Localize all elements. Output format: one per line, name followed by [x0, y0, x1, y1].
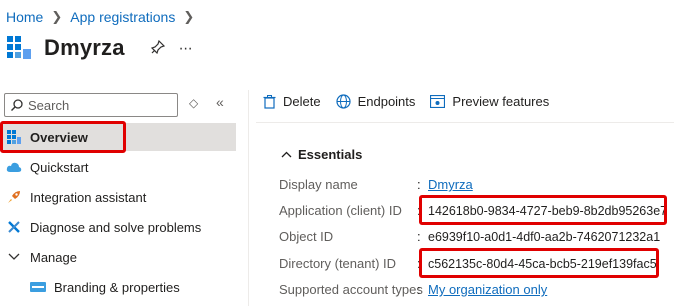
chevron-right-icon: ❯: [183, 9, 195, 24]
trash-icon: [263, 94, 276, 109]
sidebar-item-label: Manage: [30, 249, 77, 265]
sidebar-item-branding[interactable]: Branding & properties: [0, 273, 236, 301]
separator-colon: :: [417, 229, 421, 244]
sidebar-item-diagnose[interactable]: Diagnose and solve problems: [0, 213, 236, 241]
separator-colon: :: [417, 177, 421, 192]
preview-features-label: Preview features: [452, 94, 550, 109]
breadcrumb-app-registrations[interactable]: App registrations: [70, 9, 175, 25]
essentials-heading: Essentials: [298, 147, 363, 162]
chevron-down-icon: [6, 249, 22, 265]
overview-highlight: [0, 121, 126, 153]
sidebar-item-quickstart[interactable]: Quickstart: [0, 153, 236, 181]
sidebar-item-label: Quickstart: [30, 159, 89, 175]
sidebar-section-manage[interactable]: Manage: [0, 243, 236, 271]
chevron-right-icon: ❯: [51, 9, 63, 24]
branding-icon: [30, 279, 46, 295]
expand-collapse-icon[interactable]: ◇: [189, 96, 198, 110]
breadcrumb-home[interactable]: Home: [6, 9, 43, 25]
page-header: Dmyrza ⋯: [6, 35, 194, 61]
wrench-icon: [6, 219, 22, 235]
sidebar-item-label: Diagnose and solve problems: [30, 219, 202, 235]
endpoints-button[interactable]: Endpoints: [335, 94, 416, 109]
preview-features-button[interactable]: Preview features: [430, 94, 549, 109]
page-title: Dmyrza: [44, 35, 125, 60]
search-input[interactable]: Search: [28, 98, 69, 113]
collapse-sidebar-icon[interactable]: «: [216, 94, 224, 110]
breadcrumb: Home ❯ App registrations ❯: [6, 9, 194, 25]
more-options-icon[interactable]: ⋯: [179, 40, 194, 57]
account-types-label: Supported account types: [279, 282, 423, 297]
chevron-up-icon: [281, 151, 292, 158]
tenant-id-label: Directory (tenant) ID: [279, 256, 397, 271]
endpoints-label: Endpoints: [357, 94, 416, 109]
essentials-toggle[interactable]: Essentials: [281, 147, 362, 162]
delete-button[interactable]: Delete: [263, 94, 321, 109]
object-id-value: e6939f10-a0d1-4df0-aa2b-7462071232a1: [428, 230, 661, 244]
pane-divider: [248, 90, 249, 306]
toolbar-divider: [256, 122, 674, 123]
sidebar-item-integration-assistant[interactable]: Integration assistant: [0, 183, 236, 211]
separator-colon: :: [417, 282, 421, 297]
app-registration-icon: [7, 36, 31, 59]
account-types-link[interactable]: My organization only: [428, 282, 547, 297]
toolbar: Delete Endpoints Preview features: [263, 94, 564, 109]
search-box[interactable]: Search: [4, 93, 178, 117]
rocket-icon: [6, 189, 22, 205]
cloud-icon: [6, 159, 22, 175]
delete-label: Delete: [283, 94, 321, 109]
object-id-label: Object ID: [279, 229, 334, 244]
pin-icon[interactable]: [150, 39, 165, 57]
client-id-label: Application (client) ID: [279, 203, 402, 218]
search-icon: [11, 99, 23, 111]
sidebar-item-label: Branding & properties: [54, 279, 180, 295]
globe-icon: [335, 94, 351, 109]
tenant-id-highlight: [419, 248, 659, 278]
preview-icon: [430, 95, 446, 108]
display-name-label: Display name: [279, 177, 358, 192]
sidebar-item-label: Integration assistant: [30, 189, 147, 205]
display-name-link[interactable]: Dmyrza: [428, 177, 473, 192]
client-id-highlight: [419, 195, 667, 225]
